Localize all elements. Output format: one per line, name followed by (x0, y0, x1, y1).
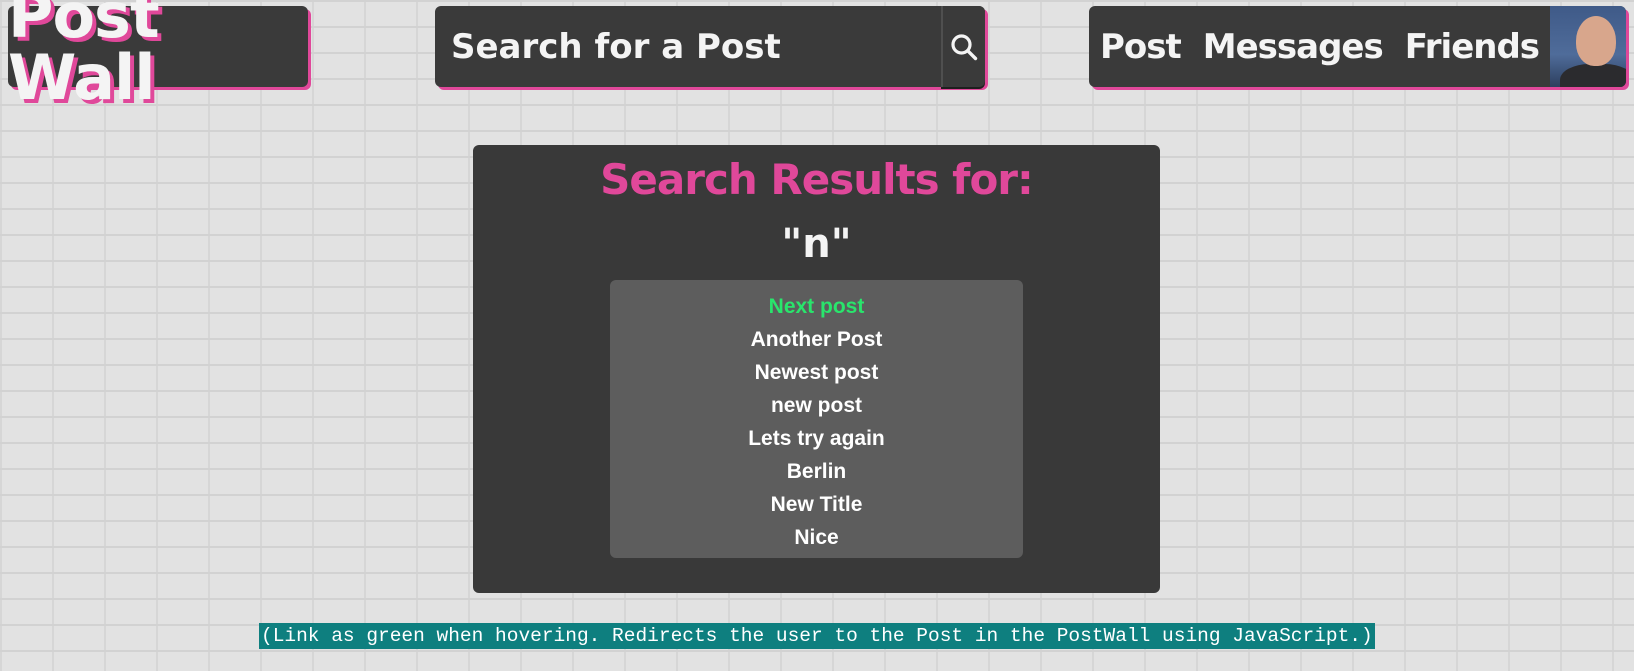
result-link[interactable]: Lets try again (610, 422, 1023, 455)
results-title: Search Results for: (600, 155, 1034, 204)
main-nav: Post Messages Friends (1089, 6, 1626, 87)
nav-post-link[interactable]: Post (1100, 27, 1182, 67)
avatar-head (1576, 16, 1617, 66)
result-link[interactable]: Another Post (610, 323, 1023, 356)
nav-messages-link[interactable]: Messages (1203, 27, 1384, 67)
result-link[interactable]: new post (610, 389, 1023, 422)
result-link[interactable]: Berlin (610, 455, 1023, 488)
logo[interactable]: Post Wall (8, 0, 308, 109)
results-query: "n" (781, 221, 852, 267)
nav-friends-link[interactable]: Friends (1405, 27, 1540, 67)
result-link[interactable]: Newest post (610, 356, 1023, 389)
result-link[interactable]: Next post (610, 290, 1023, 323)
search-button[interactable] (941, 6, 985, 87)
annotation-note: (Link as green when hovering. Redirects … (259, 623, 1375, 649)
results-list: Next post Another Post Newest post new post… (610, 280, 1023, 558)
search-bar (435, 6, 985, 87)
result-link[interactable]: New Title (610, 488, 1023, 521)
avatar-shirt (1560, 64, 1626, 87)
logo-box[interactable]: Post Wall (8, 0, 308, 108)
search-results-card: Search Results for: "n" Next post Another… (473, 145, 1160, 593)
user-avatar[interactable] (1550, 6, 1626, 87)
result-link[interactable]: Nice (610, 521, 1023, 554)
search-icon (951, 33, 978, 60)
search-input[interactable] (435, 6, 941, 87)
